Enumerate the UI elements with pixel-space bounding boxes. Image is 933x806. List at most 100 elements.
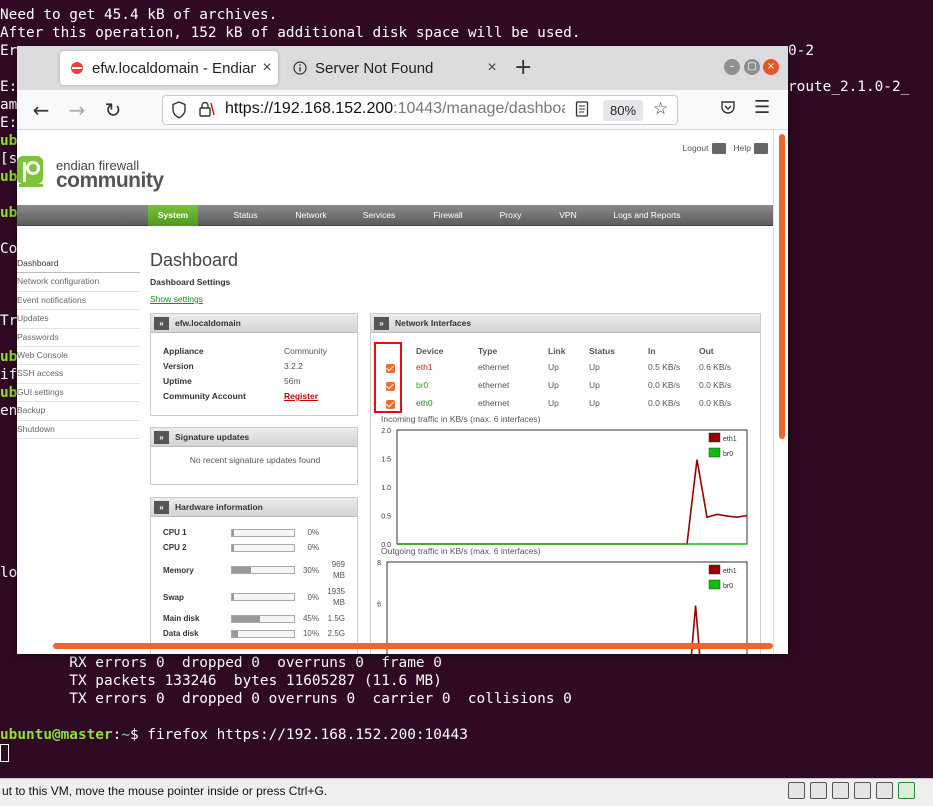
top-links: Logout Help — [683, 143, 768, 155]
reload-button[interactable]: ↻ — [101, 98, 125, 122]
tab-close-icon[interactable]: × — [256, 59, 278, 77]
sidebar-item-network-configuration[interactable]: Network configuration — [17, 273, 140, 292]
help-link[interactable]: Help — [734, 143, 768, 155]
reader-view-icon[interactable] — [575, 101, 589, 117]
sidebar-item-dashboard[interactable]: Dashboard — [17, 255, 140, 274]
hardware-label: CPU 2 — [163, 543, 187, 552]
hardware-label: Memory — [163, 565, 194, 575]
nav-item-vpn[interactable]: VPN — [548, 205, 588, 226]
nav-item-services[interactable]: Services — [354, 205, 404, 226]
legend-swatch-br0 — [708, 447, 721, 458]
cdrom-icon[interactable] — [810, 782, 827, 799]
sidebar-item-gui-settings[interactable]: GUI settings — [17, 384, 140, 403]
new-tab-button[interactable]: + — [514, 55, 532, 80]
hardware-row: Swap 0% 1935 MB — [163, 586, 345, 608]
info-icon — [293, 61, 307, 75]
endian-favicon-icon — [71, 62, 83, 74]
usage-percent: 0% — [307, 528, 319, 537]
register-link[interactable]: Register — [284, 391, 318, 401]
sidebar-item-web-console[interactable]: Web Console — [17, 347, 140, 366]
help-icon — [754, 143, 768, 155]
logout-link[interactable]: Logout — [683, 143, 726, 155]
usage-size: 969 MB — [331, 560, 345, 580]
collapse-chevron-icon[interactable]: » — [154, 431, 169, 444]
sidebar-item-event-notifications[interactable]: Event notifications — [17, 292, 140, 311]
interface-link: Up — [548, 398, 559, 408]
usage-size: 2.5G — [327, 629, 345, 638]
sidebar-item-updates[interactable]: Updates — [17, 310, 140, 329]
network-interfaces-panel: » Network Interfaces Device Type Link Status… — [370, 313, 761, 654]
nav-item-proxy[interactable]: Proxy — [488, 205, 533, 226]
nav-item-system[interactable]: System — [148, 205, 198, 226]
terminal-line: [s — [0, 151, 18, 167]
legend-label-br0: br0 — [723, 451, 733, 458]
url-text[interactable]: https://192.168.152.200:10443/manage/das… — [225, 100, 565, 118]
sidebar-item-passwords[interactable]: Passwords — [17, 329, 140, 347]
panel-header[interactable]: » Signature updates — [151, 428, 357, 447]
url-bar[interactable]: https://192.168.152.200:10443/manage/das… — [162, 95, 678, 125]
forward-button[interactable]: → — [65, 98, 89, 122]
zoom-level-button[interactable]: 80% — [603, 100, 643, 121]
collapse-chevron-icon[interactable]: » — [154, 501, 169, 514]
terminal-line: Need to get 45.4 kB of archives. — [0, 7, 278, 23]
notes-icon[interactable] — [898, 782, 915, 799]
lock-warning-icon[interactable] — [197, 100, 215, 118]
terminal-line: E: — [0, 79, 18, 95]
terminal-prompt-fragment: ub — [0, 169, 18, 185]
nav-item-status[interactable]: Status — [223, 205, 268, 226]
minimize-button[interactable]: – — [724, 59, 740, 75]
hardware-label: Swap — [163, 592, 184, 602]
hardware-row: CPU 2 0% — [163, 543, 345, 552]
nav-item-firewall[interactable]: Firewall — [423, 205, 473, 226]
sidebar-item-ssh-access[interactable]: SSH access — [17, 365, 140, 384]
tab-close-icon[interactable]: × — [481, 59, 503, 77]
firefox-window[interactable]: efw.localdomain - Endian × Server Not Fo… — [17, 46, 788, 654]
bookmark-star-icon[interactable]: ☆ — [653, 99, 668, 119]
sound-icon[interactable] — [876, 782, 893, 799]
nav-item-logs-and-reports[interactable]: Logs and Reports — [602, 205, 692, 226]
signature-updates-panel: » Signature updates No recent signature u… — [150, 427, 358, 485]
sidebar-item-backup[interactable]: Backup — [17, 402, 140, 421]
usage-bar — [231, 543, 295, 552]
maximize-button[interactable]: □ — [744, 59, 760, 75]
panel-header[interactable]: » efw.localdomain — [151, 314, 357, 333]
usb-icon[interactable] — [854, 782, 871, 799]
interface-status: Up — [589, 380, 600, 390]
community-account-label: Community Account — [163, 391, 246, 401]
usage-bar — [231, 614, 295, 623]
hamburger-menu-icon[interactable]: ☰ — [754, 97, 770, 118]
tab-endian[interactable]: efw.localdomain - Endian × — [60, 51, 278, 85]
column-header: In — [648, 346, 656, 356]
interface-out: 0.0 KB/s — [699, 398, 732, 408]
tab-title: Server Not Found — [315, 59, 434, 77]
y-tick-label: 1.5 — [381, 457, 391, 464]
collapse-chevron-icon[interactable]: » — [374, 317, 389, 330]
usage-size: 1.5G — [327, 614, 345, 623]
usage-bar-fill — [232, 529, 234, 536]
pocket-icon[interactable] — [720, 99, 736, 115]
show-settings-link[interactable]: Show settings — [150, 294, 203, 304]
endian-logo[interactable]: endian firewall community — [17, 154, 187, 194]
tab-server-not-found[interactable]: Server Not Found × — [283, 51, 503, 85]
hdd-icon[interactable] — [788, 782, 805, 799]
logout-icon — [711, 143, 726, 155]
collapse-chevron-icon[interactable]: » — [154, 317, 169, 330]
network-icon[interactable] — [832, 782, 849, 799]
outgoing-chart-title: Outgoing traffic in KB/s (max. 6 interfa… — [381, 546, 541, 556]
hardware-info-panel: » Hardware information CPU 1 0% CPU 2 0% Memo… — [150, 497, 358, 654]
nav-item-network[interactable]: Network — [286, 205, 336, 226]
back-button[interactable]: ← — [29, 98, 53, 122]
horizontal-scrollbar[interactable] — [53, 643, 773, 649]
y-tick-label: 8 — [377, 560, 381, 567]
panel-header[interactable]: » Hardware information — [151, 498, 357, 517]
close-window-button[interactable]: × — [763, 59, 779, 75]
terminal-line: Tr — [0, 313, 18, 329]
hardware-label: Data disk — [163, 629, 199, 638]
tab-bar: efw.localdomain - Endian × Server Not Fo… — [17, 46, 788, 90]
panel-header[interactable]: » Network Interfaces — [371, 314, 760, 333]
sidebar-item-shutdown[interactable]: Shutdown — [17, 421, 140, 439]
interface-type: ethernet — [478, 362, 510, 372]
navigation-toolbar: ← → ↻ https://192.168.152.200:10443/mana… — [17, 90, 788, 130]
shield-icon[interactable] — [171, 101, 187, 119]
vertical-scrollbar[interactable] — [779, 134, 785, 439]
